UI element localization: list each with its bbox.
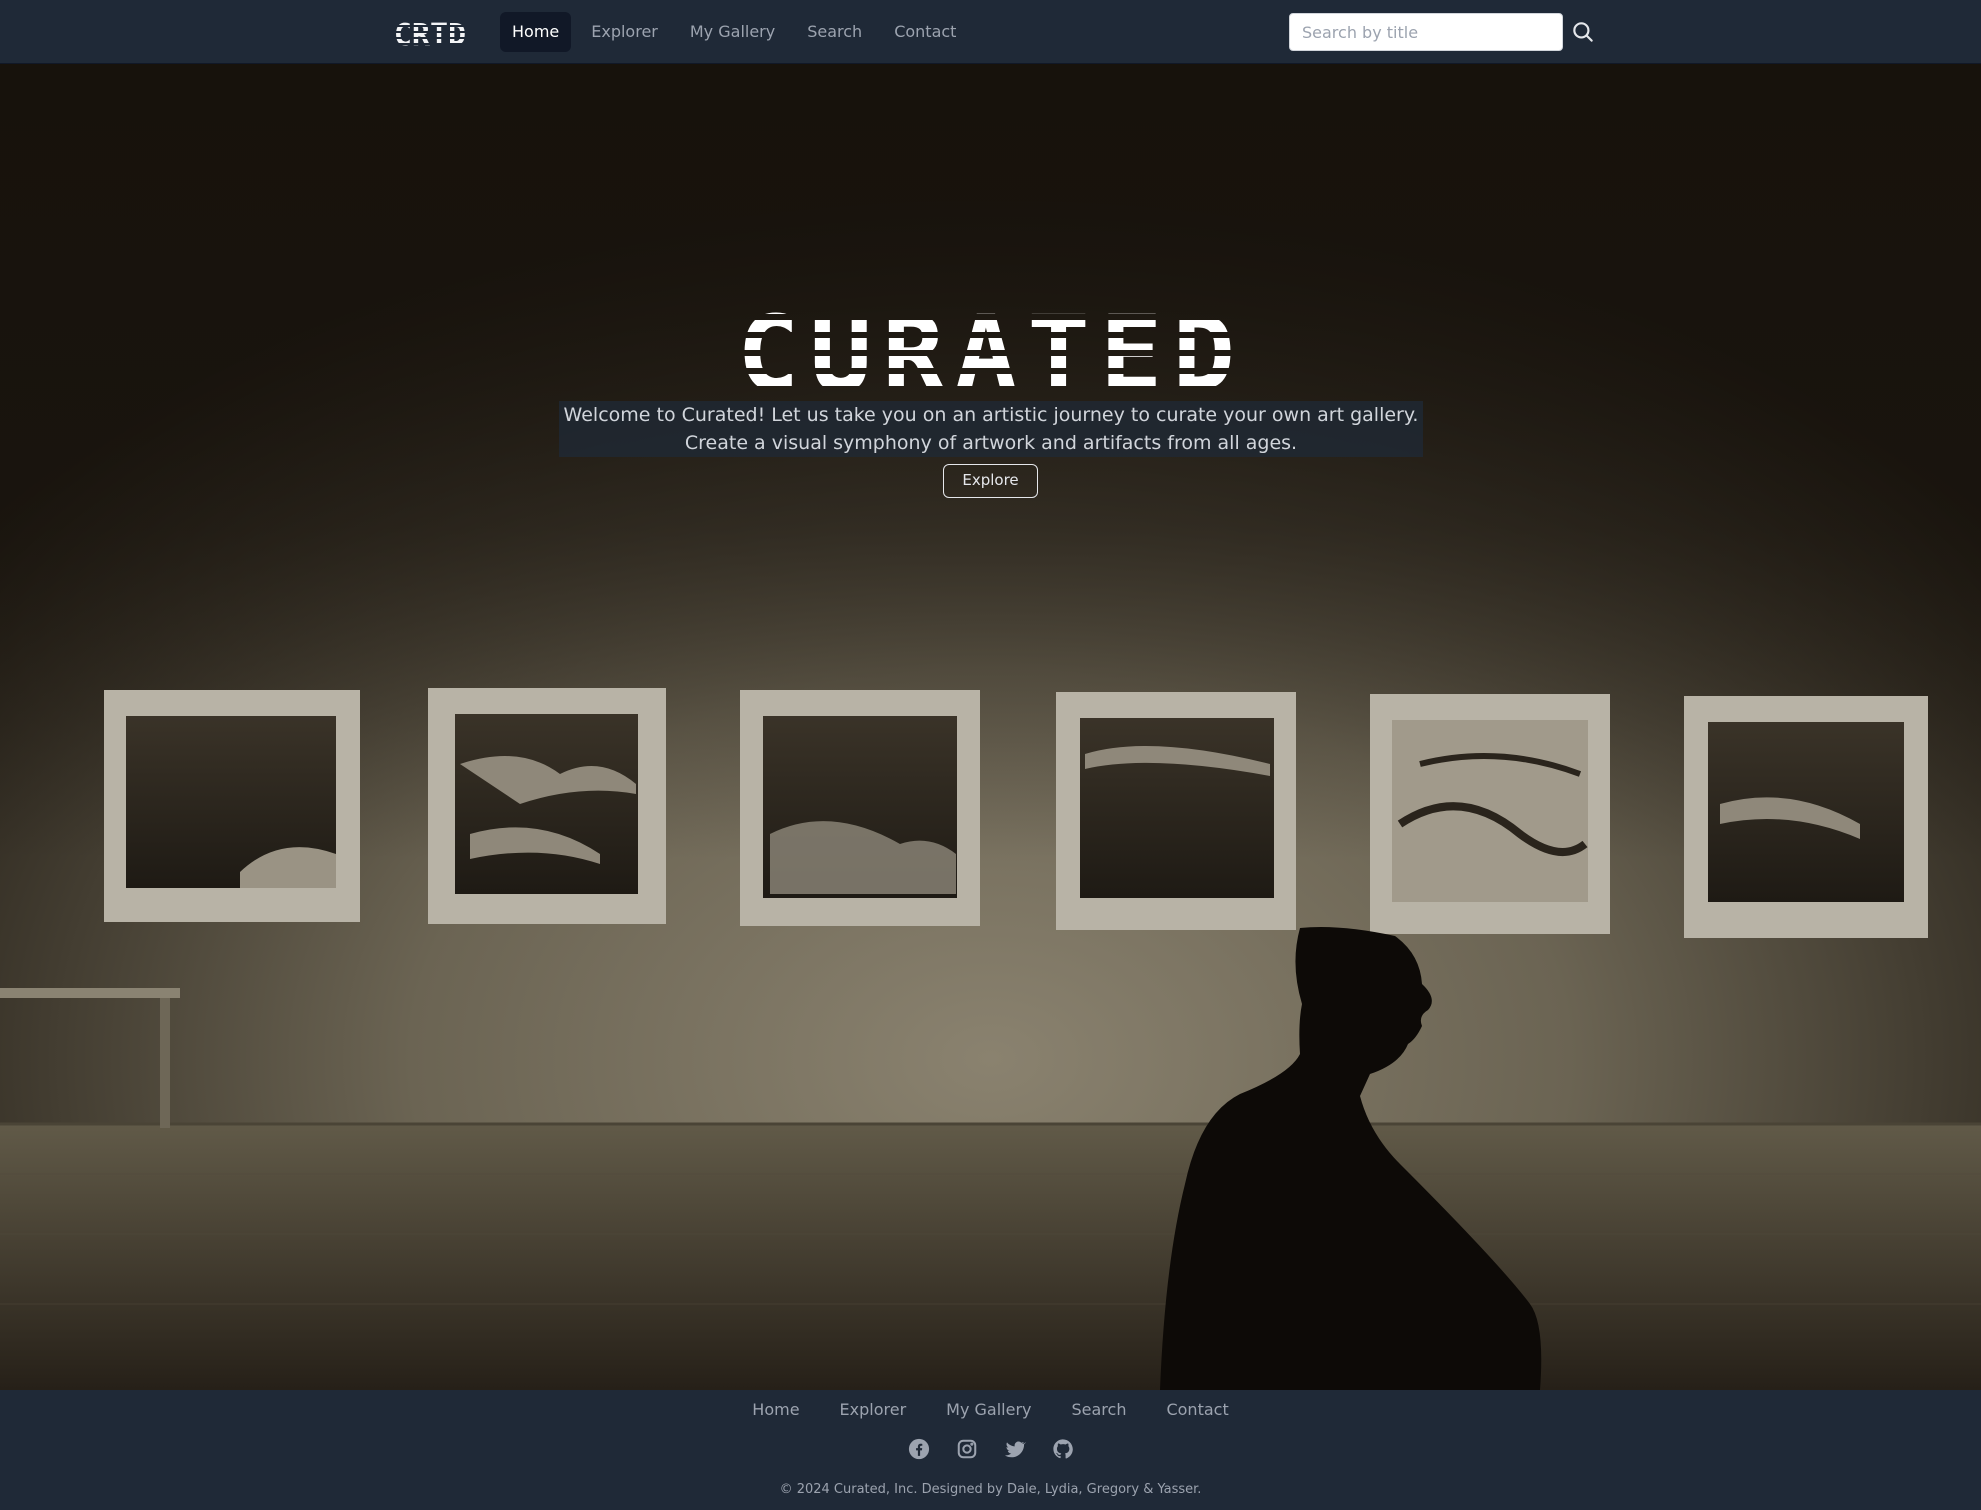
top-navbar: CRTD Home Explorer My Gallery Search Con… [0,0,1981,64]
footer-links: Home Explorer My Gallery Search Contact [0,1398,1981,1422]
footer-link-search[interactable]: Search [1052,1398,1147,1422]
framed-painting [1684,696,1928,938]
footer: Home Explorer My Gallery Search Contact … [0,1390,1981,1510]
copyright-text: © 2024 Curated, Inc. Designed by Dale, L… [779,1482,1202,1497]
hero-title-graphic: CURATED [737,293,1245,400]
hero-description-line-1: Welcome to Curated! Let us take you on a… [563,404,1419,426]
search-icon[interactable] [1570,19,1596,45]
framed-painting [740,690,980,926]
hero-description: Welcome to Curated! Let us take you on a… [559,401,1423,457]
framed-painting [1056,692,1296,930]
github-icon[interactable] [1052,1438,1074,1460]
explore-button[interactable]: Explore [943,464,1038,498]
footer-link-home[interactable]: Home [732,1398,819,1422]
facebook-icon[interactable] [908,1438,930,1460]
social-links [0,1438,1981,1460]
footer-link-explorer[interactable]: Explorer [820,1398,927,1422]
instagram-icon[interactable] [956,1438,978,1460]
nav-links: Home Explorer My Gallery Search Contact [500,12,968,52]
hero-title: CURATED [737,293,1245,400]
nav-link-contact[interactable]: Contact [882,12,968,52]
search-input[interactable] [1289,13,1563,51]
brand-logo[interactable]: CRTD [384,14,476,50]
footer-link-my-gallery[interactable]: My Gallery [926,1398,1051,1422]
framed-painting [428,688,666,924]
twitter-icon[interactable] [1004,1438,1026,1460]
gallery-background-image [0,64,1981,1390]
nav-link-my-gallery[interactable]: My Gallery [678,12,787,52]
footer-link-contact[interactable]: Contact [1146,1398,1248,1422]
framed-painting [104,690,360,922]
framed-painting [1370,694,1610,934]
hero-description-line-2: Create a visual symphony of artwork and … [684,432,1298,454]
nav-link-explorer[interactable]: Explorer [579,12,670,52]
nav-link-home[interactable]: Home [500,12,572,52]
hero-section: CURATED Welcome to Curated! Let us take … [0,64,1981,1390]
brand-text: CRTD [394,18,466,50]
nav-link-search[interactable]: Search [795,12,874,52]
